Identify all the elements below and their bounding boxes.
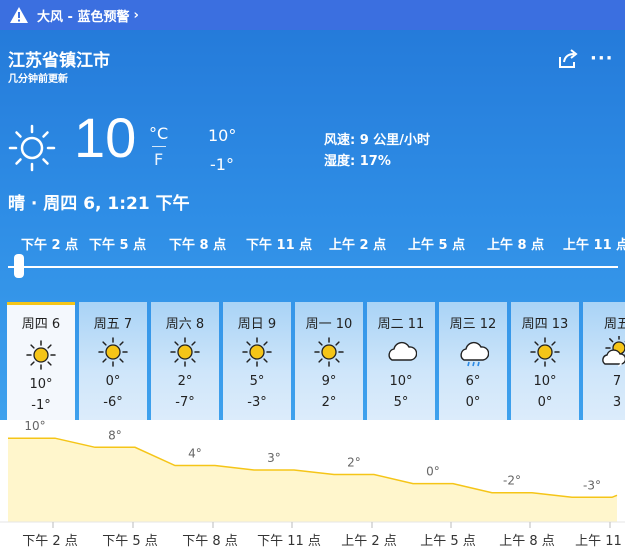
day-high: 2°: [177, 374, 193, 389]
data-label: 0°: [426, 465, 440, 479]
data-label: 2°: [347, 456, 361, 470]
x-tick-label: 上午 8 点: [499, 534, 555, 549]
timeline-label[interactable]: 下午 5 点: [89, 234, 146, 253]
more-options-icon[interactable]: ···: [590, 48, 614, 69]
sun-icon: [170, 337, 200, 367]
timeline-label[interactable]: 上午 8 点: [487, 234, 544, 253]
day-card[interactable]: 周六 8 2° -7°: [151, 302, 219, 420]
sun-icon: [314, 337, 344, 367]
day-name: 周一 10: [305, 317, 353, 332]
day-card[interactable]: 周四 13 10° 0°: [511, 302, 579, 420]
day-card[interactable]: 周三 12 6° 0°: [439, 302, 507, 420]
location-name[interactable]: 江苏省镇江市: [8, 46, 110, 71]
timeline-slider-handle[interactable]: [14, 254, 24, 278]
warning-icon: [10, 7, 28, 23]
current-temperature: 10: [74, 106, 137, 169]
x-tick-label: 下午 8 点: [182, 534, 238, 549]
unit-celsius-toggle[interactable]: °C: [149, 124, 168, 143]
day-low: 3: [612, 395, 622, 410]
day-high: 10°: [533, 374, 557, 389]
day-card[interactable]: 周一 10 9° 2°: [295, 302, 363, 420]
x-tick-label: 下午 5 点: [102, 534, 158, 549]
day-name: 周四 6: [21, 317, 61, 332]
sun-icon: [530, 337, 560, 367]
updated-time: 几分钟前更新: [8, 74, 68, 85]
day-low: 0°: [537, 395, 553, 410]
weather-alert-banner[interactable]: 大风 - 蓝色预警 ›: [0, 0, 625, 30]
day-high: 10°: [389, 374, 413, 389]
day-high: 6°: [465, 374, 481, 389]
sun-icon: [8, 124, 56, 172]
today-high: 10°: [208, 126, 237, 145]
x-tick-label: 上午 2 点: [341, 534, 397, 549]
unit-fahrenheit-toggle[interactable]: F: [154, 150, 163, 169]
data-label: 10°: [24, 420, 45, 433]
day-name: 周二 11: [377, 317, 425, 332]
day-name: 周五 7: [93, 317, 133, 332]
day-card[interactable]: 周日 9 5° -3°: [223, 302, 291, 420]
sun-icon: [26, 340, 56, 370]
day-low: 5°: [393, 395, 409, 410]
humidity: 湿度: 17%: [324, 154, 391, 169]
day-name: 周五: [603, 317, 625, 332]
data-label: -2°: [503, 474, 521, 488]
day-high: 7: [612, 374, 622, 389]
data-label: 4°: [188, 446, 202, 460]
day-name: 周日 9: [237, 317, 277, 332]
daily-forecast-strip: 周四 6 10° -1° 周五 7 0° -6° 周六 8 2° -7° 周日 9 5° -3° 周一 …: [0, 302, 625, 420]
timeline-label[interactable]: 上午 11 点: [563, 234, 625, 253]
day-card[interactable]: 周二 11 10° 5°: [367, 302, 435, 420]
timeline-label[interactable]: 下午 11 点: [246, 234, 312, 253]
day-low: -3°: [247, 395, 267, 410]
day-card[interactable]: 周四 6 10° -1°: [7, 302, 75, 420]
data-label: 3°: [267, 451, 281, 465]
day-name: 周四 13: [521, 317, 569, 332]
timeline-label[interactable]: 上午 5 点: [408, 234, 465, 253]
timeline-slider-track[interactable]: [8, 266, 618, 268]
day-high: 0°: [105, 374, 121, 389]
rain-cloud-icon: [460, 341, 489, 367]
unit-divider: [152, 146, 166, 147]
day-low: -1°: [31, 398, 51, 413]
day-low: 0°: [465, 395, 481, 410]
day-card[interactable]: 周五 7 0° -6°: [79, 302, 147, 420]
timeline-label[interactable]: 上午 2 点: [329, 234, 386, 253]
day-high: 5°: [249, 374, 265, 389]
x-tick-label: 下午 2 点: [22, 534, 78, 549]
condition-summary: 晴 · 周四 6, 1:21 下午: [8, 194, 190, 214]
chevron-right-icon[interactable]: ›: [617, 356, 623, 372]
day-name: 周三 12: [449, 317, 497, 332]
day-high: 10°: [29, 377, 53, 392]
day-low: -6°: [103, 395, 123, 410]
alert-text: 大风 - 蓝色预警: [37, 9, 130, 25]
sun-icon: [242, 337, 272, 367]
timeline-label[interactable]: 下午 8 点: [169, 234, 226, 253]
share-icon[interactable]: [557, 49, 579, 69]
timeline-labels: 下午 2 点下午 5 点 下午 8 点 下午 11 点上午 2 点 上午 5 点 上午 …: [0, 234, 625, 253]
sun-icon: [98, 337, 128, 367]
temperature-area: [8, 438, 617, 522]
hourly-temperature-chart: 10° 下午 2 点 8° 下午 5 点 4° 下午 8 点 3° 下午 11 点 2° 上午 2…: [0, 420, 625, 555]
day-name: 周六 8: [165, 317, 205, 332]
chart-svg: 10° 下午 2 点 8° 下午 5 点 4° 下午 8 点 3° 下午 11 点 2° 上午 2…: [0, 420, 625, 549]
x-tick-label: 上午 5 点: [420, 534, 476, 549]
x-tick-label: 下午 11 点: [257, 534, 321, 549]
today-low: -1°: [210, 155, 234, 174]
timeline-label[interactable]: 下午 2 点: [21, 234, 78, 253]
day-low: -7°: [175, 395, 195, 410]
data-label: 8°: [108, 428, 122, 442]
day-low: 2°: [321, 395, 337, 410]
data-label: -3°: [583, 478, 601, 492]
chevron-right-icon: ›: [133, 7, 139, 23]
wind-speed: 风速: 9 公里/小时: [324, 133, 431, 148]
cloud-icon: [388, 341, 417, 361]
x-tick-label: 上午 11 点: [575, 534, 625, 549]
day-high: 9°: [321, 374, 337, 389]
